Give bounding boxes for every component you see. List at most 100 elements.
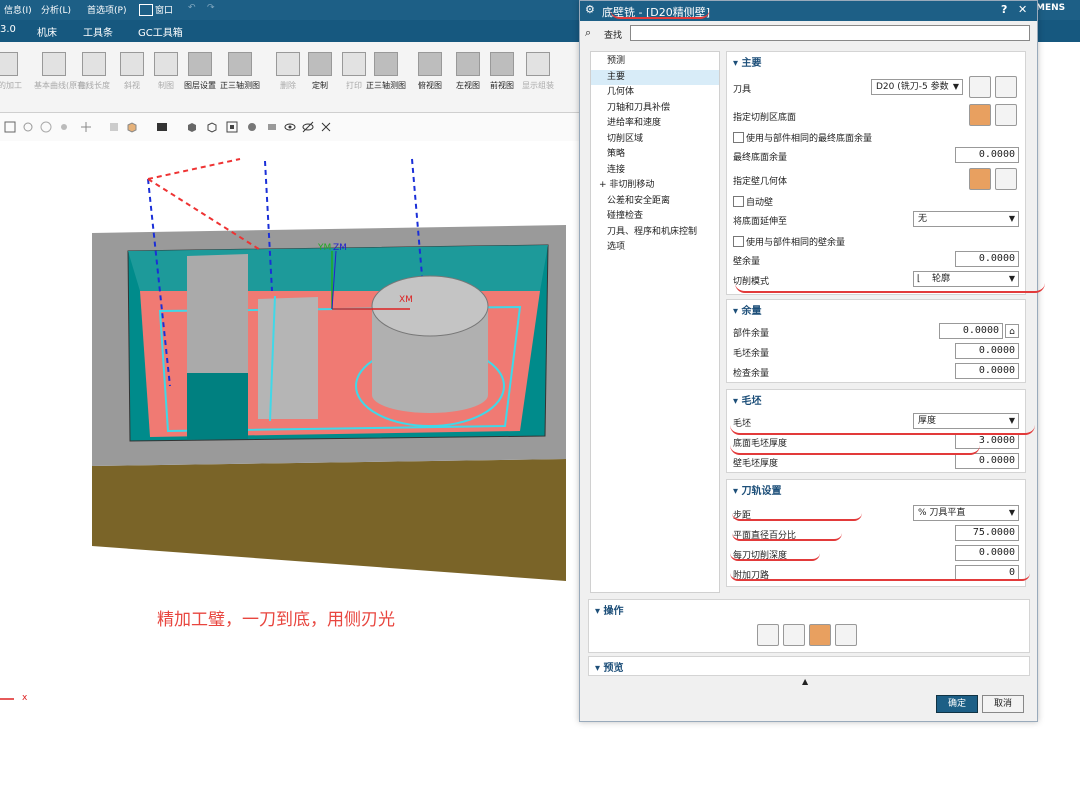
ribbon-button-label: 前视图 bbox=[490, 81, 514, 90]
search-input[interactable] bbox=[630, 25, 1030, 41]
wall-geom-label: 指定壁几何体 bbox=[733, 177, 788, 187]
shaded-cube-icon[interactable] bbox=[186, 121, 198, 133]
ribbon-button-icon bbox=[154, 52, 178, 76]
ok-button[interactable]: 确定 bbox=[936, 695, 978, 713]
nav-item[interactable]: 刀具、程序和机床控制 bbox=[591, 225, 719, 240]
ribbon-button[interactable]: 正三轴测图 bbox=[220, 52, 260, 91]
section-stock: 余量 部件余量 0.0000 ⌂ 毛坯余量 0.0000 检查余量 0.0000 bbox=[726, 299, 1026, 383]
nav-item[interactable]: 切削区域 bbox=[591, 132, 719, 147]
graphics-viewport[interactable]: XM YM ZM x bbox=[0, 141, 580, 795]
nav-item[interactable]: 预测 bbox=[591, 54, 719, 69]
ribbon-button[interactable]: 正三轴测图 bbox=[366, 52, 406, 91]
ribbon-button-icon bbox=[456, 52, 480, 76]
ribbon-button-icon bbox=[228, 52, 252, 76]
invert-show-icon[interactable] bbox=[320, 121, 332, 133]
hide-icon[interactable] bbox=[302, 121, 314, 133]
use-floor-stock-checkbox[interactable] bbox=[733, 132, 744, 143]
part-stock-input[interactable]: 0.0000 bbox=[939, 323, 1003, 339]
wall-geom-row: 指定壁几何体 bbox=[727, 168, 1025, 190]
nav-item[interactable]: 选项 bbox=[591, 240, 719, 255]
ribbon-button[interactable]: 图层设置 bbox=[180, 52, 220, 91]
wall-stock-input[interactable]: 0.0000 bbox=[955, 251, 1019, 267]
fit-icon[interactable] bbox=[226, 121, 238, 133]
show-floor-icon[interactable] bbox=[995, 104, 1017, 126]
display-mode-icon[interactable] bbox=[156, 121, 168, 133]
nav-item[interactable]: 策略 bbox=[591, 147, 719, 162]
snap-icon[interactable] bbox=[22, 121, 34, 133]
layer-icon[interactable] bbox=[266, 121, 278, 133]
tool-select[interactable]: D20 (铣刀-5 参数 ▼ bbox=[871, 79, 963, 95]
section-icon[interactable] bbox=[246, 121, 258, 133]
replay-icon[interactable] bbox=[783, 624, 805, 646]
blank-stock-input[interactable]: 0.0000 bbox=[955, 343, 1019, 359]
auto-wall-checkbox[interactable] bbox=[733, 196, 744, 207]
ribbon-button-icon bbox=[418, 52, 442, 76]
nav-item[interactable]: 公差和安全距离 bbox=[591, 194, 719, 209]
extend-select[interactable]: 无 ▼ bbox=[913, 211, 1019, 227]
move-icon[interactable] bbox=[80, 121, 92, 133]
nav-item[interactable]: 刀轴和刀具补偿 bbox=[591, 101, 719, 116]
section-preview-header[interactable]: 预览 bbox=[595, 659, 624, 674]
ribbon-button[interactable]: 基本曲线(原有) bbox=[34, 52, 88, 91]
tab-toolbar[interactable]: 工具条 bbox=[83, 24, 113, 39]
nav-item[interactable]: 连接 bbox=[591, 163, 719, 178]
step-select[interactable]: % 刀具平直 ▼ bbox=[913, 505, 1019, 521]
section-main-header[interactable]: 主要 bbox=[733, 54, 762, 69]
point-icon[interactable] bbox=[58, 121, 70, 133]
section-path-header[interactable]: 刀轨设置 bbox=[733, 482, 782, 497]
tab-machine[interactable]: 机床 bbox=[37, 24, 57, 39]
ribbon-button[interactable]: 俯视图 bbox=[410, 52, 450, 91]
nav-item[interactable]: 几何体 bbox=[591, 85, 719, 100]
menu-analysis[interactable]: 分析(L) bbox=[41, 3, 71, 16]
tab-gc-toolbox[interactable]: GC工具箱 bbox=[138, 24, 183, 39]
select-floor-icon[interactable] bbox=[969, 104, 991, 126]
new-tool-icon[interactable] bbox=[969, 76, 991, 98]
nav-item[interactable]: 主要 bbox=[591, 69, 719, 85]
final-floor-input[interactable]: 0.0000 bbox=[955, 147, 1019, 163]
nav-item[interactable]: + 非切削移动 bbox=[591, 178, 719, 193]
shade-icon[interactable] bbox=[108, 121, 120, 133]
section-stock-header[interactable]: 余量 bbox=[733, 302, 762, 317]
undo-icon[interactable]: ↶ bbox=[188, 3, 196, 13]
wall-thickness-input[interactable]: 0.0000 bbox=[955, 453, 1019, 469]
ribbon-button-label: 正三轴测图 bbox=[220, 81, 260, 90]
ribbon-button[interactable]: 前视图 bbox=[482, 52, 522, 91]
redo-icon[interactable]: ↷ bbox=[207, 3, 215, 13]
nav-item[interactable]: 碰撞检查 bbox=[591, 209, 719, 224]
ribbon-button-icon bbox=[342, 52, 366, 76]
show-wall-icon[interactable] bbox=[995, 168, 1017, 190]
menu-window[interactable]: 窗口 bbox=[155, 3, 173, 16]
nav-item[interactable]: 进给率和速度 bbox=[591, 116, 719, 131]
check-stock-row: 检查余量 0.0000 bbox=[727, 362, 1025, 382]
ribbon-button-icon bbox=[490, 52, 514, 76]
show-icon[interactable] bbox=[284, 121, 296, 133]
collapse-arrow-icon[interactable]: ▲ bbox=[802, 677, 808, 686]
circle-icon[interactable] bbox=[40, 121, 52, 133]
list-icon[interactable] bbox=[835, 624, 857, 646]
check-stock-input[interactable]: 0.0000 bbox=[955, 363, 1019, 379]
generate-icon[interactable] bbox=[757, 624, 779, 646]
use-wall-stock-checkbox[interactable] bbox=[733, 236, 744, 247]
search-label: 查找 bbox=[604, 31, 623, 41]
pct-input[interactable]: 75.0000 bbox=[955, 525, 1019, 541]
ribbon-button[interactable]: 曲线长度 bbox=[74, 52, 114, 91]
section-blank-header[interactable]: 毛坯 bbox=[733, 392, 762, 407]
help-button[interactable]: ? bbox=[1001, 3, 1007, 16]
ribbon-button[interactable]: 显示组装 bbox=[518, 52, 558, 91]
menu-info[interactable]: 信息(I) bbox=[4, 3, 32, 16]
cube-icon[interactable] bbox=[126, 121, 138, 133]
wire-cube-icon[interactable] bbox=[206, 121, 218, 133]
brand-text: MENS bbox=[1036, 3, 1066, 13]
depth-input[interactable]: 0.0000 bbox=[955, 545, 1019, 561]
select-filter-icon[interactable] bbox=[4, 121, 16, 133]
verify-icon[interactable] bbox=[809, 624, 831, 646]
tab-version[interactable]: 3.0 bbox=[0, 24, 16, 35]
menu-preferences[interactable]: 首选项(P) bbox=[87, 3, 126, 16]
lock-icon[interactable]: ⌂ bbox=[1005, 324, 1019, 338]
edit-tool-icon[interactable] bbox=[995, 76, 1017, 98]
close-button[interactable]: ✕ bbox=[1018, 3, 1027, 16]
select-wall-icon[interactable] bbox=[969, 168, 991, 190]
section-ops-header[interactable]: 操作 bbox=[595, 602, 624, 617]
cancel-button[interactable]: 取消 bbox=[982, 695, 1024, 713]
ribbon-button[interactable]: 壁的加工 bbox=[0, 52, 26, 91]
